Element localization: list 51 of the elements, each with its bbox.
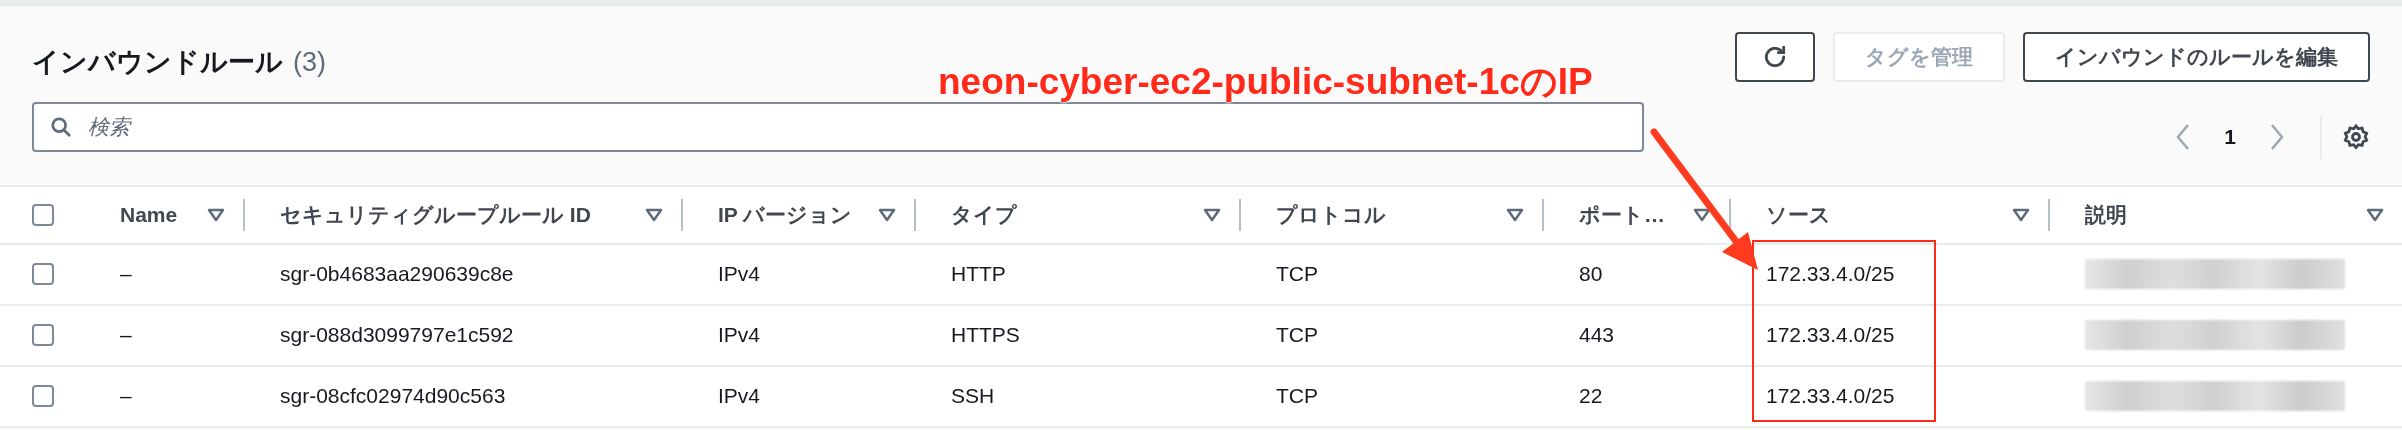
- sort-caret-icon[interactable]: [1203, 207, 1221, 222]
- table-cell: SSH: [951, 384, 995, 408]
- column-header[interactable]: 説明: [2085, 198, 2127, 231]
- sort-caret-icon[interactable]: [645, 207, 663, 222]
- table-cell: –: [120, 323, 132, 347]
- table-cell: sgr-0b4683aa290639c8e: [280, 262, 514, 286]
- table-cell: sgr-08cfc02974d90c563: [280, 384, 506, 408]
- checkbox[interactable]: [31, 324, 54, 346]
- refresh-button[interactable]: [1735, 32, 1815, 82]
- column-header[interactable]: ポート…: [1579, 198, 1665, 231]
- settings-icon[interactable]: [2342, 122, 2370, 151]
- table-cell: 22: [1579, 384, 1603, 408]
- checkbox[interactable]: [31, 203, 54, 226]
- table-cell: TCP: [1276, 384, 1318, 408]
- table-cell: 80: [1579, 262, 1603, 286]
- search-icon: [50, 115, 72, 138]
- table-cell: 443: [1579, 323, 1615, 347]
- search-field[interactable]: 検索: [32, 101, 1644, 152]
- table-cell: –: [120, 384, 132, 408]
- table-cell: TCP: [1276, 262, 1318, 286]
- edit-rules-button[interactable]: インバウンドのルールを編集: [2023, 32, 2370, 82]
- annotation-label: neon-cyber-ec2-public-subnet-1cのIP: [938, 60, 1593, 104]
- sort-caret-icon[interactable]: [207, 207, 225, 222]
- table-cell: 172.33.4.0/25: [1766, 262, 1895, 286]
- rule-count: (3): [293, 46, 326, 79]
- table-cell: –: [120, 262, 132, 286]
- column-header[interactable]: セキュリティグループルール ID: [280, 198, 591, 231]
- table-cell: IPv4: [718, 323, 761, 347]
- sort-caret-icon[interactable]: [878, 207, 896, 222]
- page-number[interactable]: 1: [2212, 120, 2248, 153]
- sort-caret-icon[interactable]: [2366, 207, 2384, 222]
- table-cell: 172.33.4.0/25: [1766, 323, 1895, 347]
- table-cell: IPv4: [718, 384, 761, 408]
- column-header[interactable]: ソース: [1766, 198, 1831, 231]
- checkbox[interactable]: [31, 385, 54, 407]
- table-cell: 172.33.4.0/25: [1766, 384, 1895, 408]
- checkbox[interactable]: [31, 263, 54, 285]
- column-header[interactable]: Name: [120, 198, 178, 231]
- table-cell: TCP: [1276, 323, 1318, 347]
- column-header[interactable]: IP バージョン: [718, 198, 853, 231]
- table-cell: IPv4: [718, 262, 761, 286]
- column-header[interactable]: プロトコル: [1276, 198, 1386, 231]
- section-title: インバウンドルール: [32, 46, 283, 79]
- refresh-icon: [1762, 44, 1788, 70]
- table-cell: HTTP: [951, 262, 1006, 286]
- table-cell: sgr-088d3099797e1c592: [280, 323, 514, 347]
- sort-caret-icon[interactable]: [1506, 207, 1524, 222]
- column-header[interactable]: タイプ: [951, 198, 1017, 231]
- table-cell: HTTPS: [951, 323, 1020, 347]
- sort-caret-icon[interactable]: [1693, 207, 1711, 222]
- sort-caret-icon[interactable]: [2012, 207, 2030, 222]
